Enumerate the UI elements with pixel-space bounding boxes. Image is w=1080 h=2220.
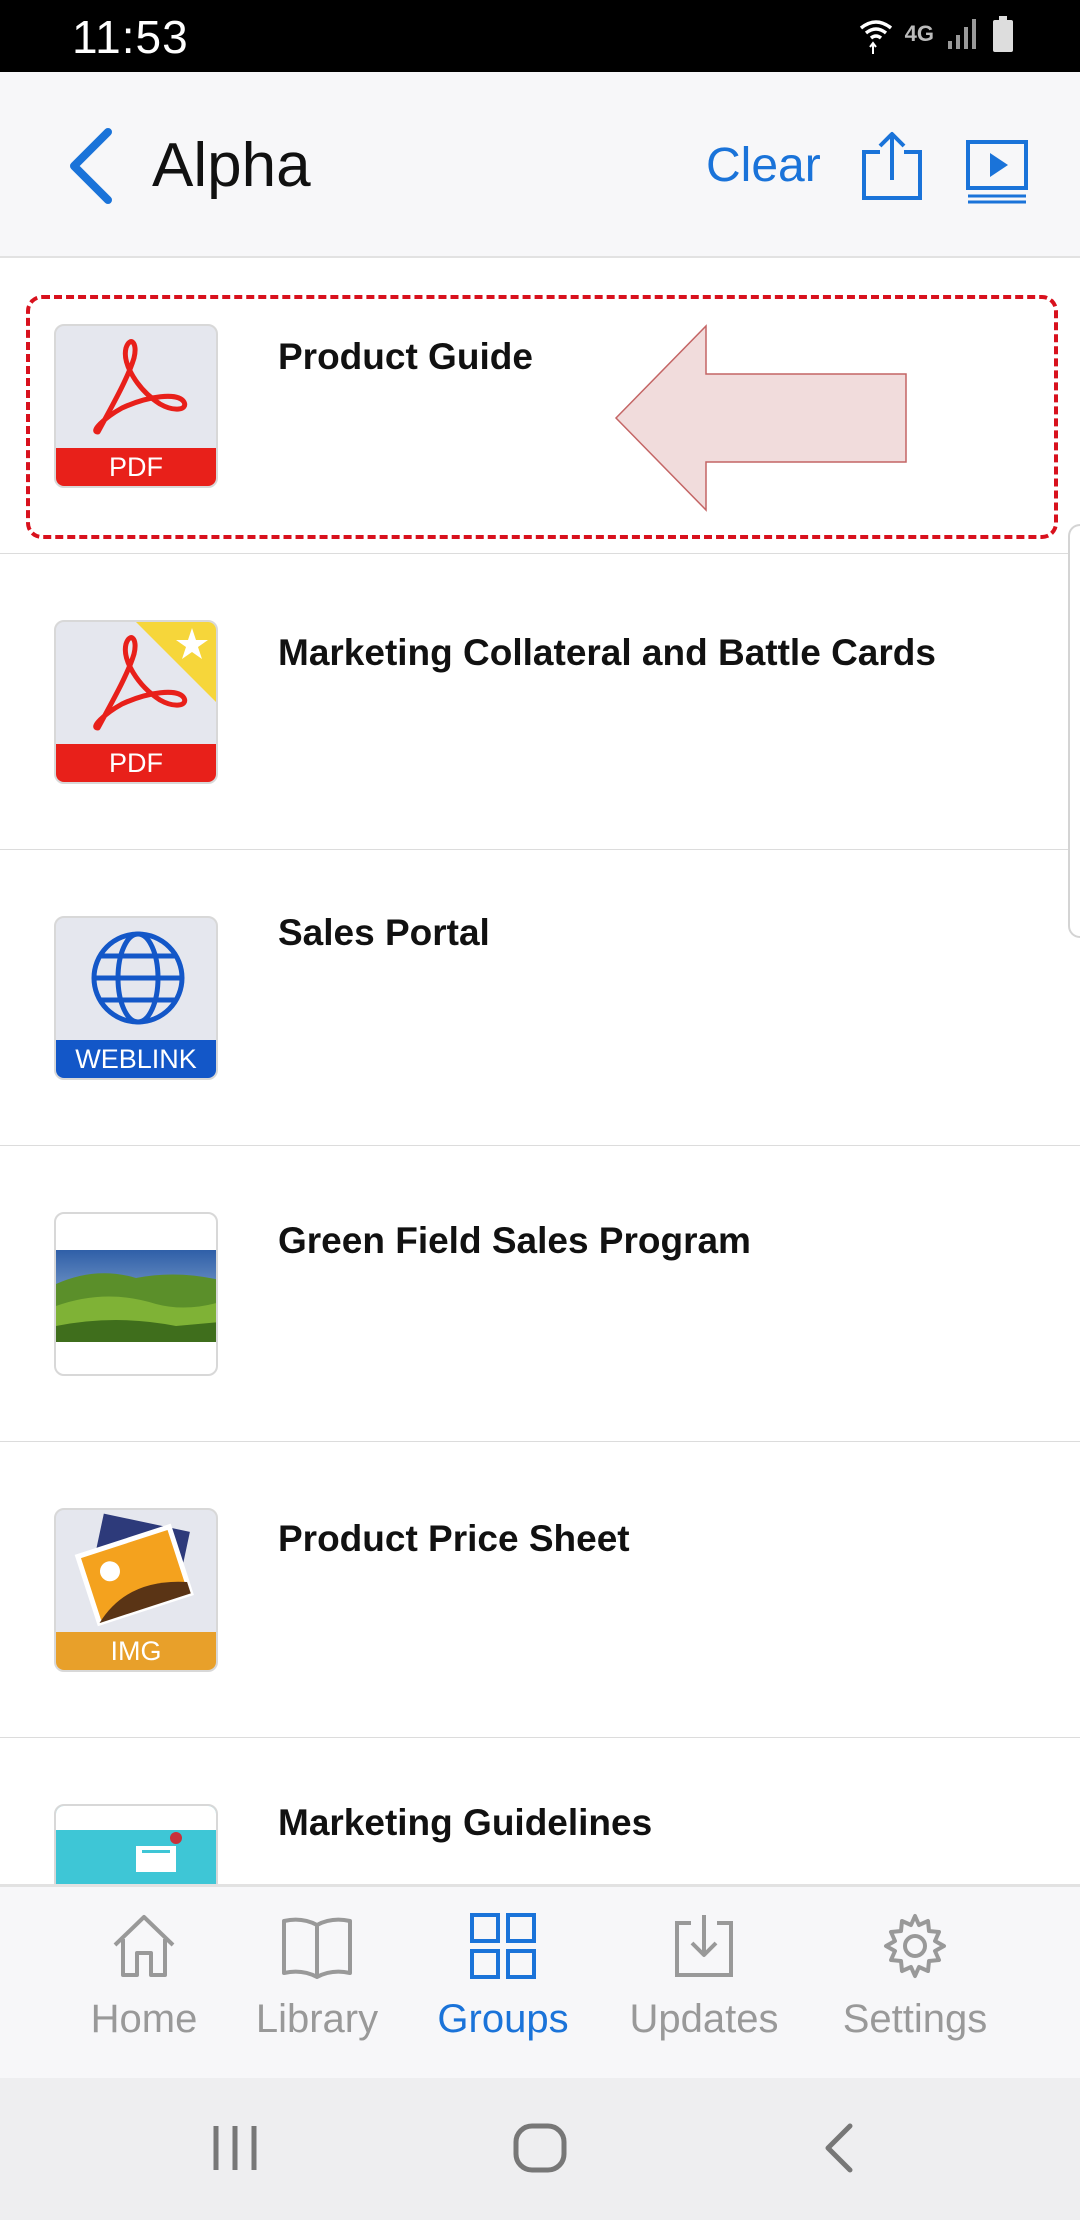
document-preview — [56, 1806, 216, 1872]
network-type: 4G — [904, 21, 934, 46]
pdf-thumbnail: PDF — [54, 620, 218, 784]
acrobat-icon — [93, 339, 188, 435]
content-list: PDF Product Guide PDF Marketing Collater… — [0, 258, 1080, 1884]
tab-settings[interactable]: Settings — [830, 1887, 1000, 2081]
recent-apps-icon[interactable] — [210, 2118, 260, 2178]
file-type-badge: IMG — [56, 1632, 216, 1670]
tab-label: Settings — [842, 1997, 988, 2041]
document-thumbnail — [54, 1804, 218, 1884]
tab-label: Groups — [437, 1997, 569, 2041]
favorite-star-icon — [136, 622, 216, 702]
tab-library[interactable]: Library — [232, 1887, 402, 2081]
list-item[interactable]: Green Field Sales Program — [0, 1146, 1080, 1442]
status-time: 11:53 — [72, 11, 189, 63]
list-item[interactable]: IMG Product Price Sheet — [0, 1442, 1080, 1738]
share-icon[interactable] — [860, 130, 924, 202]
item-title: Sales Portal — [278, 912, 490, 953]
file-type-badge: PDF — [56, 744, 216, 782]
landscape-photo — [56, 1250, 216, 1342]
signal-icon — [948, 19, 976, 49]
status-icons: 4G — [859, 14, 1014, 54]
scrollbar-handle[interactable] — [1068, 524, 1080, 938]
tab-home[interactable]: Home — [59, 1887, 229, 2081]
photo-thumbnail — [54, 1212, 218, 1376]
back-chevron-icon[interactable] — [62, 126, 122, 206]
list-item[interactable]: WEBLINK Sales Portal — [0, 850, 1080, 1146]
book-icon — [282, 1917, 352, 1979]
list-item[interactable]: PDF Product Guide — [0, 258, 1080, 554]
file-type-badge: WEBLINK — [56, 1040, 216, 1078]
page-title: Alpha — [152, 131, 311, 200]
globe-icon — [91, 931, 185, 1025]
pdf-thumbnail: PDF — [54, 324, 218, 488]
item-title: Marketing Collateral and Battle Cards — [278, 632, 936, 673]
clear-button[interactable]: Clear — [706, 138, 821, 193]
image-thumbnail: IMG — [54, 1508, 218, 1672]
status-bar: 11:53 4G — [0, 0, 1080, 72]
back-button-icon[interactable] — [820, 2118, 860, 2178]
home-icon — [113, 1915, 175, 1977]
item-title: Green Field Sales Program — [278, 1220, 751, 1261]
download-icon — [675, 1915, 733, 1977]
list-item[interactable]: PDF Marketing Collateral and Battle Card… — [0, 554, 1080, 850]
tab-label: Library — [255, 1997, 379, 2041]
file-type-badge: PDF — [56, 448, 216, 486]
item-title: Product Guide — [278, 336, 533, 377]
tab-updates[interactable]: Updates — [619, 1887, 789, 2081]
wifi-icon — [859, 20, 892, 54]
app-header: Alpha Clear — [0, 72, 1080, 258]
system-nav-bar — [0, 2078, 1080, 2220]
present-icon[interactable] — [964, 138, 1030, 204]
list-item[interactable]: Marketing Guidelines — [0, 1738, 1080, 1884]
item-title: Marketing Guidelines — [278, 1802, 653, 1843]
home-button-icon[interactable] — [512, 2118, 568, 2178]
bottom-nav: Home Library Groups Updates Settings — [0, 1884, 1080, 2078]
item-title: Product Price Sheet — [278, 1518, 630, 1559]
tab-label: Home — [90, 1997, 198, 2041]
weblink-thumbnail: WEBLINK — [54, 916, 218, 1080]
battery-icon — [993, 16, 1013, 52]
gear-icon — [884, 1914, 946, 1978]
grid-icon — [470, 1913, 536, 1979]
image-icon — [74, 1513, 194, 1627]
tab-label: Updates — [629, 1997, 779, 2041]
tab-groups[interactable]: Groups — [418, 1887, 588, 2081]
